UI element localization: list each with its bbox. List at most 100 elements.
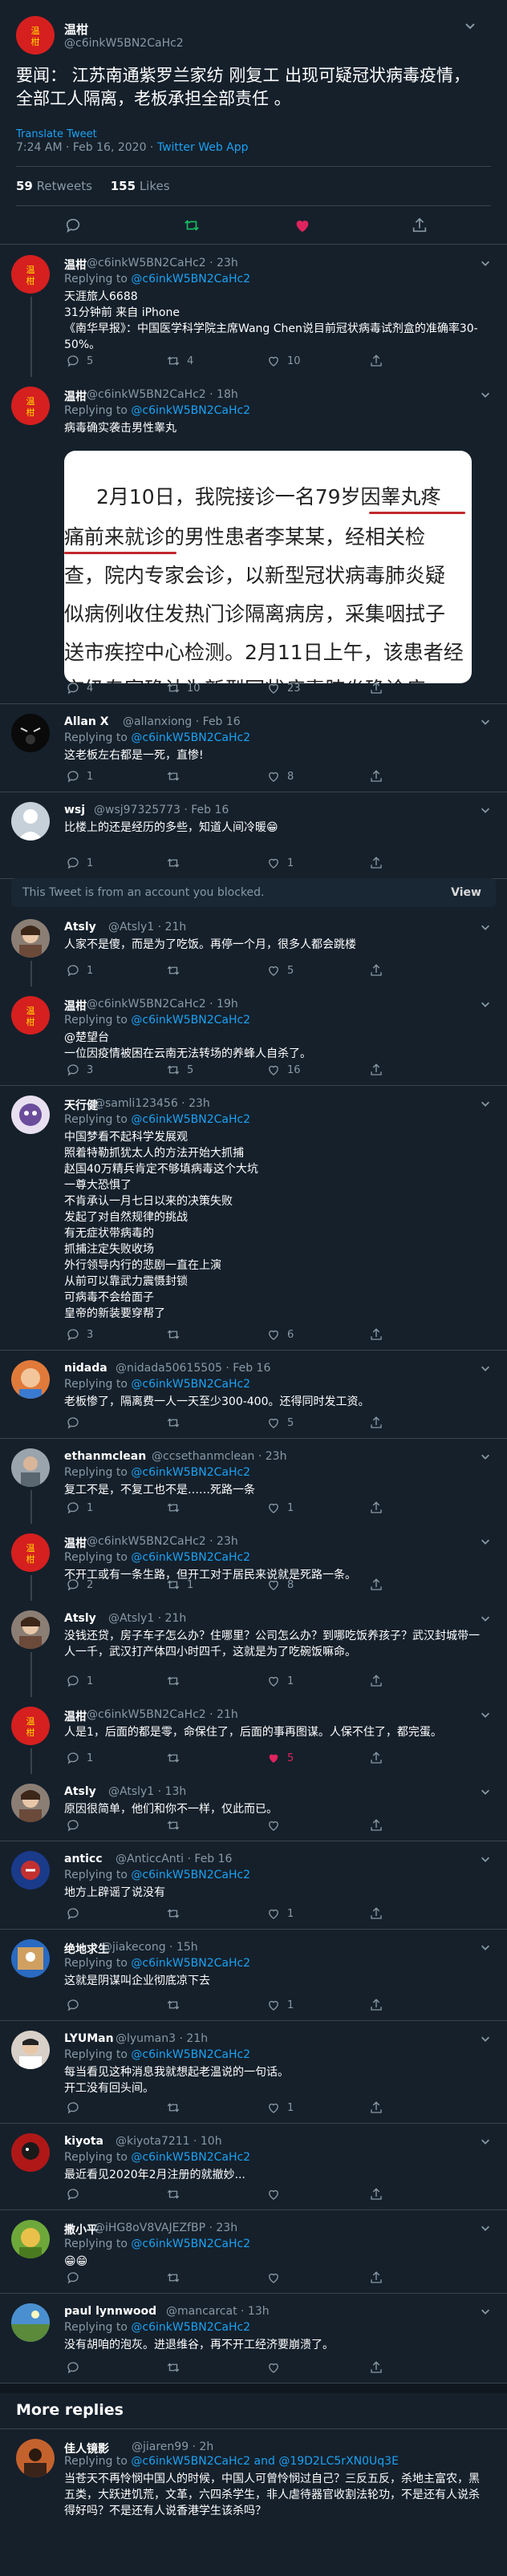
retweet-button[interactable] bbox=[166, 1906, 187, 1922]
author-name[interactable]: 温柑 bbox=[64, 388, 87, 404]
author-name[interactable]: 温柑 bbox=[64, 1535, 87, 1551]
reply-card[interactable]: ethanmclean @ccsethanmclean · 23h Replying… bbox=[0, 1439, 507, 1524]
share-icon[interactable] bbox=[411, 217, 428, 237]
retweet-button[interactable] bbox=[166, 1750, 187, 1766]
chevron-down-icon[interactable] bbox=[480, 1612, 491, 1623]
reply-card[interactable]: 天行健 @samli123456 · 23h Replying to @c6inkW… bbox=[0, 1086, 507, 1351]
chevron-down-icon[interactable] bbox=[480, 2305, 491, 2316]
likes-label[interactable]: Likes bbox=[140, 179, 170, 193]
reply-icon[interactable] bbox=[64, 217, 82, 237]
author-name[interactable]: Atsly bbox=[64, 1785, 96, 1798]
avatar[interactable] bbox=[11, 1939, 50, 1978]
avatar[interactable]: 温柑 bbox=[11, 387, 50, 425]
avatar[interactable] bbox=[11, 1784, 50, 1822]
author-handle[interactable]: @lyuman3 · 21h bbox=[116, 2032, 208, 2045]
author-name[interactable]: 温柑 bbox=[64, 1708, 87, 1724]
author-handle[interactable]: @ccsethanmclean · 23h bbox=[152, 1450, 286, 1463]
avatar[interactable]: 温柑 bbox=[11, 1707, 50, 1745]
avatar[interactable] bbox=[11, 2031, 50, 2069]
avatar[interactable] bbox=[16, 2439, 55, 2477]
like-button[interactable]: 1 bbox=[266, 855, 294, 871]
view-button[interactable]: View bbox=[451, 886, 481, 899]
retweet-button[interactable] bbox=[166, 855, 187, 871]
reply-button[interactable]: 1 bbox=[66, 1673, 93, 1689]
share-button[interactable] bbox=[369, 962, 383, 978]
retweet-button[interactable] bbox=[166, 1997, 187, 2013]
like-button[interactable]: 10 bbox=[266, 353, 301, 369]
replying-handle[interactable]: @c6inkW5BN2CaHc2 bbox=[131, 1014, 250, 1027]
reply-card[interactable]: anticc @AnticcAnti · Feb 16 Replying to @c… bbox=[0, 1841, 507, 1930]
replying-handle[interactable]: @c6inkW5BN2CaHc2 bbox=[131, 1869, 250, 1881]
reply-card[interactable]: Atsly @Atsly1 · 21h 人家不是傻，而是为了吃饭。再停一个月，很多人… bbox=[0, 909, 507, 986]
replying-handle[interactable]: @c6inkW5BN2CaHc2 bbox=[131, 1378, 250, 1391]
avatar[interactable] bbox=[11, 1610, 50, 1649]
like-button[interactable]: 5 bbox=[266, 1415, 294, 1431]
author-name[interactable]: ethanmclean bbox=[64, 1450, 146, 1463]
reply-card[interactable]: Atsly @Atsly1 · 21h 没钱还贷，房子车子怎么办？住哪里？公司怎么办… bbox=[0, 1601, 507, 1697]
author-handle[interactable]: @c6inkW5BN2CaHc2 bbox=[64, 37, 184, 50]
chevron-down-icon[interactable] bbox=[480, 2135, 491, 2146]
replying-handle[interactable]: @c6inkW5BN2CaHc2 bbox=[131, 273, 250, 286]
reply-button[interactable] bbox=[66, 1997, 87, 2013]
reply-button[interactable] bbox=[66, 2359, 87, 2376]
avatar[interactable]: 温柑 bbox=[16, 16, 55, 55]
reply-button[interactable]: 1 bbox=[66, 768, 93, 784]
avatar[interactable] bbox=[11, 802, 50, 840]
author-name[interactable]: 温柑 bbox=[64, 998, 87, 1014]
retweet-button[interactable] bbox=[166, 2359, 187, 2376]
avatar[interactable] bbox=[11, 2220, 50, 2258]
like-button[interactable]: 16 bbox=[266, 1062, 301, 1078]
chevron-down-icon[interactable] bbox=[480, 2032, 491, 2043]
share-button[interactable] bbox=[369, 768, 383, 784]
like-button[interactable]: 23 bbox=[266, 680, 301, 696]
reply-button[interactable] bbox=[66, 2270, 87, 2286]
avatar[interactable] bbox=[11, 1096, 50, 1134]
avatar[interactable]: 温柑 bbox=[11, 1533, 50, 1572]
author-name[interactable]: nidada bbox=[64, 1362, 107, 1375]
chevron-down-icon[interactable] bbox=[480, 804, 491, 815]
retweet-button[interactable] bbox=[166, 2270, 187, 2286]
share-button[interactable] bbox=[369, 1062, 383, 1078]
chevron-down-icon[interactable] bbox=[480, 1941, 491, 1952]
chevron-down-icon[interactable] bbox=[480, 1853, 491, 1864]
share-button[interactable] bbox=[369, 1500, 383, 1516]
reply-button[interactable]: 1 bbox=[66, 1500, 93, 1516]
reply-card[interactable]: 温柑温柑 @c6inkW5BN2CaHc2 · 19h Replying to @c… bbox=[0, 986, 507, 1086]
chevron-down-icon[interactable] bbox=[480, 1535, 491, 1546]
author-handle[interactable]: @Atsly1 · 21h bbox=[108, 921, 186, 934]
share-button[interactable] bbox=[369, 1997, 383, 2013]
reply-button[interactable]: 3 bbox=[66, 1062, 93, 1078]
reply-card[interactable]: 温柑温柑 @c6inkW5BN2CaHc2 · 23h Replying to @c… bbox=[0, 245, 507, 377]
share-button[interactable] bbox=[369, 1415, 383, 1431]
chevron-down-icon[interactable] bbox=[480, 1450, 491, 1461]
chevron-down-icon[interactable] bbox=[480, 921, 491, 932]
share-button[interactable] bbox=[369, 1817, 383, 1833]
author-handle[interactable]: @samli123456 · 23h bbox=[94, 1097, 210, 1110]
author-handle[interactable]: @iHG8oV8VAJEZfBP · 23h bbox=[94, 2222, 237, 2234]
reply-card[interactable]: 绝地求生 @jiakecong · 15h Replying to @c6inkW5… bbox=[0, 1930, 507, 2021]
reply-button[interactable]: 1 bbox=[66, 855, 93, 871]
reply-card[interactable]: wsj @wsj97325773 · Feb 16 比楼上的还是经历的多些，知道人间… bbox=[0, 792, 507, 879]
replying-handle[interactable]: @c6inkW5BN2CaHc2 bbox=[131, 2321, 250, 2334]
reply-card[interactable]: kiyota @kiyota7211 · 10h Replying to @c6in… bbox=[0, 2124, 507, 2210]
retweet-button[interactable] bbox=[166, 1817, 187, 1833]
reply-card[interactable]: Atsly @Atsly1 · 13h 原因很简单，他们和你不一样，仅此而已。 bbox=[0, 1774, 507, 1841]
source-link[interactable]: Twitter Web App bbox=[157, 141, 249, 154]
retweet-button[interactable]: 4 bbox=[166, 353, 193, 369]
replying-handle[interactable]: @c6inkW5BN2CaHc2 bbox=[131, 1957, 250, 1970]
like-button[interactable] bbox=[266, 2270, 287, 2286]
reply-card[interactable]: 撒小平 @iHG8oV8VAJEZfBP · 23h Replying to @c6… bbox=[0, 2210, 507, 2294]
reply-button[interactable]: 1 bbox=[66, 1750, 93, 1766]
like-button[interactable]: 1 bbox=[266, 1500, 294, 1516]
author-handle[interactable]: @Atsly1 · 13h bbox=[108, 1785, 186, 1798]
reply-button[interactable] bbox=[66, 1906, 87, 1922]
author-name[interactable]: Atsly bbox=[64, 921, 96, 934]
share-button[interactable] bbox=[369, 1673, 383, 1689]
author-name[interactable]: 天行健 bbox=[64, 1097, 98, 1113]
retweet-button[interactable] bbox=[166, 768, 187, 784]
author-name[interactable]: anticc bbox=[64, 1853, 103, 1865]
retweet-button[interactable] bbox=[166, 1415, 187, 1431]
author-handle[interactable]: @jiakecong · 15h bbox=[101, 1941, 198, 1954]
share-button[interactable] bbox=[369, 353, 383, 369]
like-button[interactable]: 8 bbox=[266, 768, 294, 784]
